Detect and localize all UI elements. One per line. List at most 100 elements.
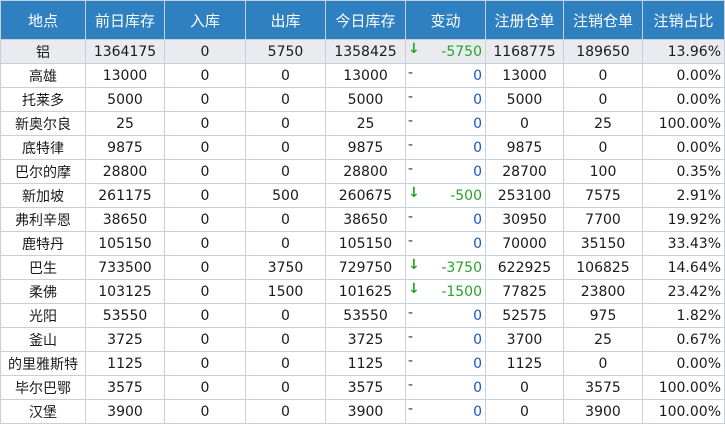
table-row[interactable]: 弗利辛恩 38650 0 0 38650-0 30950 7700 19.92%	[0, 207, 725, 232]
registered-warrants-cell: 253100	[485, 183, 564, 208]
table-row[interactable]: 底特律 9875 0 0 9875-0 9875 0 0.00%	[0, 135, 725, 160]
down-arrow-icon: ↓	[408, 257, 420, 273]
registered-warrants-cell: 3700	[485, 327, 564, 352]
today-stock-cell: 101625	[325, 279, 406, 304]
prev-stock-cell: 9875	[85, 135, 165, 160]
cancelled-warrants-cell: 25	[563, 327, 643, 352]
prev-stock-cell: 53550	[85, 303, 165, 328]
table-row[interactable]: 巴尔的摩 28800 0 0 28800-0 28700 100 0.35%	[0, 159, 725, 184]
header-location[interactable]: 地点	[0, 0, 86, 40]
header-row: 地点 前日库存 入库 出库 今日库存 变动 注册仓单 注销仓单 注销占比	[0, 0, 725, 40]
table-row[interactable]: 铝 1364175 0 5750 1358425 ↓ -5750 1168775 189650 1…	[0, 39, 725, 64]
inbound-cell: 0	[164, 351, 246, 376]
location-cell: 柔佛	[0, 279, 86, 304]
cancelled-ratio-cell: 100.00%	[642, 111, 725, 136]
inbound-cell: 0	[164, 327, 246, 352]
change-cell: -0	[405, 207, 486, 232]
cancelled-ratio-cell: 33.43%	[642, 231, 725, 256]
table-row[interactable]: 的里雅斯特 1125 0 0 1125-0 1125 0 0.00%	[0, 351, 725, 376]
dash-icon: -	[408, 137, 414, 153]
change-cell: -0	[405, 303, 486, 328]
registered-warrants-cell: 9875	[485, 135, 564, 160]
cancelled-ratio-cell: 14.64%	[642, 255, 725, 280]
table-row[interactable]: 新奥尔良 25 0 0 25-0 0 25 100.00%	[0, 111, 725, 136]
outbound-cell: 5750	[245, 39, 326, 64]
today-stock-cell: 53550	[325, 303, 406, 328]
prev-stock-cell: 733500	[85, 255, 165, 280]
table-row[interactable]: 汉堡 3900 0 0 3900-0 0 3900 100.00%	[0, 399, 725, 424]
change-cell: -0	[405, 399, 486, 424]
cancelled-ratio-cell: 0.00%	[642, 63, 725, 88]
table-row[interactable]: 光阳 53550 0 0 53550-0 52575 975 1.82%	[0, 303, 725, 328]
dash-icon: -	[408, 113, 414, 129]
change-value: 0	[473, 139, 482, 156]
change-value: -500	[450, 187, 482, 204]
location-cell: 底特律	[0, 135, 86, 160]
dash-icon: -	[408, 65, 414, 81]
outbound-cell: 0	[245, 111, 326, 136]
registered-warrants-cell: 28700	[485, 159, 564, 184]
table-row[interactable]: 鹿特丹 105150 0 0 105150-0 70000 35150 33.43%	[0, 231, 725, 256]
inbound-cell: 0	[164, 231, 246, 256]
location-cell: 的里雅斯特	[0, 351, 86, 376]
dash-icon: -	[408, 305, 414, 321]
table-row[interactable]: 巴生 733500 0 3750 729750 ↓ -3750 622925 106825 14.…	[0, 255, 725, 280]
table-row[interactable]: 柔佛 103125 0 1500 101625 ↓ -1500 77825 23800 23.42…	[0, 279, 725, 304]
outbound-cell: 0	[245, 375, 326, 400]
outbound-cell: 0	[245, 231, 326, 256]
table-row[interactable]: 毕尔巴鄂 3575 0 0 3575-0 0 3575 100.00%	[0, 375, 725, 400]
cancelled-warrants-cell: 3900	[563, 399, 643, 424]
cancelled-warrants-cell: 100	[563, 159, 643, 184]
change-value: 0	[473, 67, 482, 84]
outbound-cell: 0	[245, 207, 326, 232]
header-change[interactable]: 变动	[405, 0, 486, 40]
table-row[interactable]: 托莱多 5000 0 0 5000-0 5000 0 0.00%	[0, 87, 725, 112]
inbound-cell: 0	[164, 207, 246, 232]
today-stock-cell: 3725	[325, 327, 406, 352]
today-stock-cell: 1125	[325, 351, 406, 376]
inbound-cell: 0	[164, 135, 246, 160]
change-value: 0	[473, 307, 482, 324]
change-value: 0	[473, 163, 482, 180]
header-inbound[interactable]: 入库	[164, 0, 246, 40]
prev-stock-cell: 3725	[85, 327, 165, 352]
change-cell: -0	[405, 351, 486, 376]
location-cell: 光阳	[0, 303, 86, 328]
header-registered-warrants[interactable]: 注册仓单	[485, 0, 564, 40]
header-cancelled-ratio[interactable]: 注销占比	[642, 0, 725, 40]
outbound-cell: 0	[245, 351, 326, 376]
location-cell: 新奥尔良	[0, 111, 86, 136]
table-row[interactable]: 新加坡 261175 0 500 260675 ↓ -500 253100 7575 2.91%	[0, 183, 725, 208]
prev-stock-cell: 103125	[85, 279, 165, 304]
table-row[interactable]: 高雄 13000 0 0 13000-0 13000 0 0.00%	[0, 63, 725, 88]
header-today-stock[interactable]: 今日库存	[325, 0, 406, 40]
inbound-cell: 0	[164, 375, 246, 400]
registered-warrants-cell: 1168775	[485, 39, 564, 64]
today-stock-cell: 13000	[325, 63, 406, 88]
location-cell: 鹿特丹	[0, 231, 86, 256]
registered-warrants-cell: 0	[485, 375, 564, 400]
cancelled-ratio-cell: 0.00%	[642, 87, 725, 112]
change-value: -5750	[441, 43, 482, 60]
dash-icon: -	[408, 161, 414, 177]
cancelled-warrants-cell: 106825	[563, 255, 643, 280]
prev-stock-cell: 3575	[85, 375, 165, 400]
header-outbound[interactable]: 出库	[245, 0, 326, 40]
header-prev-stock[interactable]: 前日库存	[85, 0, 165, 40]
cancelled-ratio-cell: 0.00%	[642, 135, 725, 160]
outbound-cell: 0	[245, 63, 326, 88]
cancelled-ratio-cell: 100.00%	[642, 399, 725, 424]
inbound-cell: 0	[164, 399, 246, 424]
today-stock-cell: 105150	[325, 231, 406, 256]
inbound-cell: 0	[164, 63, 246, 88]
cancelled-warrants-cell: 23800	[563, 279, 643, 304]
cancelled-warrants-cell: 7700	[563, 207, 643, 232]
table-row[interactable]: 釜山 3725 0 0 3725-0 3700 25 0.67%	[0, 327, 725, 352]
header-cancelled-warrants[interactable]: 注销仓单	[563, 0, 643, 40]
outbound-cell: 0	[245, 399, 326, 424]
outbound-cell: 0	[245, 303, 326, 328]
outbound-cell: 500	[245, 183, 326, 208]
prev-stock-cell: 28800	[85, 159, 165, 184]
registered-warrants-cell: 5000	[485, 87, 564, 112]
change-cell: -0	[405, 159, 486, 184]
